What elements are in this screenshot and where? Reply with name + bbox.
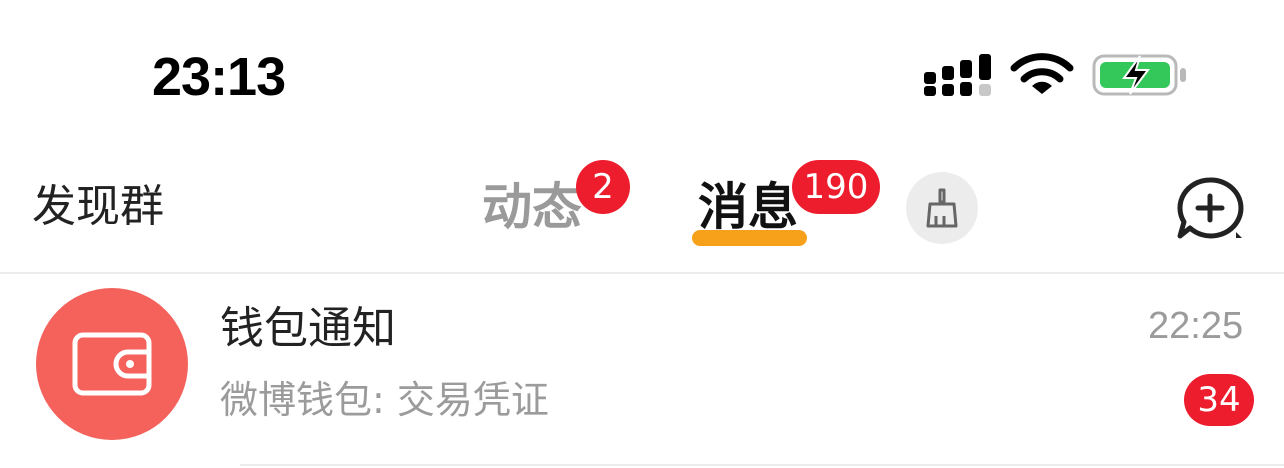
active-tab-indicator <box>692 230 807 246</box>
tab-messages[interactable]: 消息 <box>698 176 798 238</box>
signal-icon <box>924 54 991 96</box>
avatar <box>36 288 188 440</box>
discover-groups-link[interactable]: 发现群 <box>32 180 164 234</box>
conversation-preview: 微博钱包: 交易凭证 <box>220 378 549 422</box>
battery-charging-icon <box>1092 54 1186 96</box>
tab-messages-badge: 190 <box>792 160 880 214</box>
unread-badge: 34 <box>1184 374 1254 426</box>
broom-clean-icon <box>926 188 958 228</box>
add-chat-icon[interactable] <box>1174 176 1246 242</box>
conversation-title: 钱包通知 <box>220 303 396 354</box>
tab-feed[interactable]: 动态 <box>482 176 582 238</box>
conversation-time: 22:25 <box>1148 305 1244 347</box>
wifi-icon <box>1010 53 1074 94</box>
wallet-icon <box>72 332 152 396</box>
tab-feed-badge: 2 <box>576 160 630 214</box>
list-item[interactable]: 钱包通知 微博钱包: 交易凭证 22:25 34 <box>0 274 1284 468</box>
row-divider <box>240 464 1284 466</box>
clear-unread-button[interactable] <box>906 172 978 244</box>
status-time: 23:13 <box>152 47 286 107</box>
